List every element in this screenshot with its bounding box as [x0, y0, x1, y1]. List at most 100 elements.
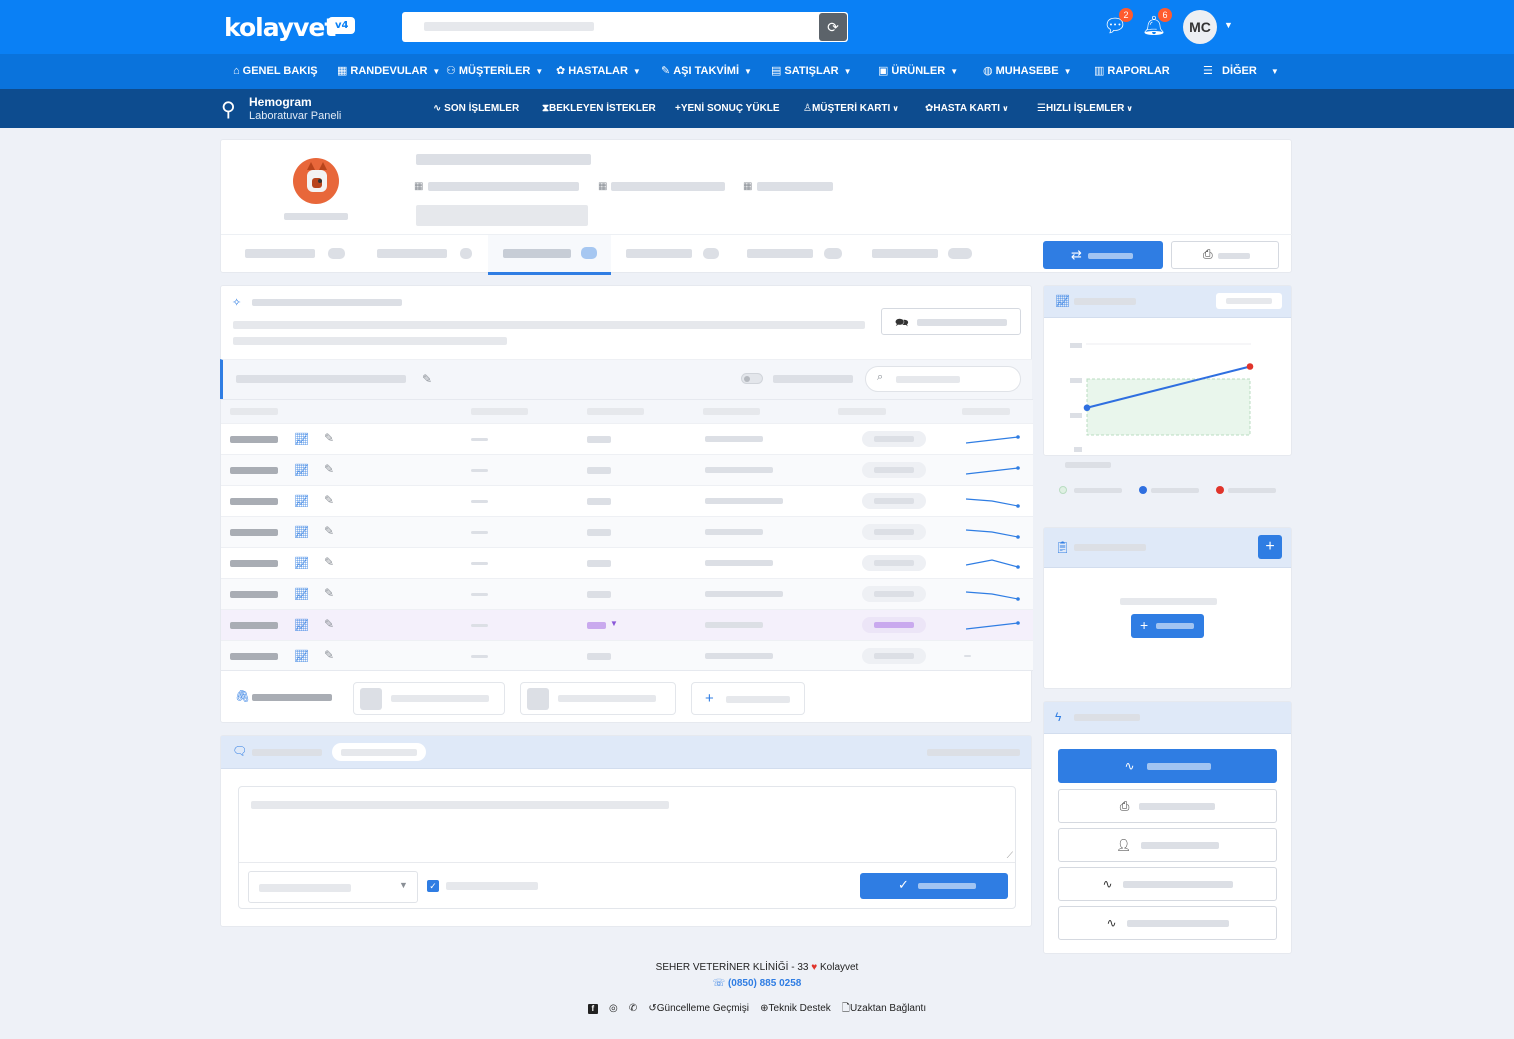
table-search-input[interactable]: ⌕: [865, 366, 1021, 392]
chart-line-icon[interactable]: 📈︎: [294, 494, 309, 508]
attachment-item[interactable]: [520, 682, 676, 715]
edit-icon[interactable]: ✎: [324, 617, 334, 631]
chart-line-icon[interactable]: 📈︎: [294, 556, 309, 570]
tab-6[interactable]: [866, 235, 978, 275]
quick-action-print[interactable]: ⎙: [1058, 789, 1277, 823]
quick-action-activity[interactable]: ∿: [1058, 867, 1277, 901]
nav-item-sales[interactable]: ▤ SATIŞLAR ▼: [771, 54, 852, 89]
chart-line-icon[interactable]: 📈︎: [294, 618, 309, 632]
subnav-customer-card[interactable]: ♙MÜŞTERİ KARTI ∨: [803, 89, 899, 128]
chart-range-select[interactable]: [1216, 293, 1282, 309]
add-note-button[interactable]: +: [1258, 535, 1282, 559]
attachment-item[interactable]: [353, 682, 505, 715]
chart-line-icon[interactable]: 📈︎: [294, 463, 309, 477]
brand-logo[interactable]: kolayvet v4: [224, 13, 356, 42]
range-placeholder: [705, 622, 763, 628]
tab-hemogram[interactable]: [488, 235, 611, 275]
nav-item-patients[interactable]: ✿ HASTALAR ▼: [556, 54, 641, 89]
chart-line-icon[interactable]: 📈︎: [294, 649, 309, 663]
table-row[interactable]: 📈︎ ✎: [221, 547, 1033, 578]
nav-item-other[interactable]: ☰ DİĞER ▼: [1203, 54, 1279, 89]
edit-icon[interactable]: ✎: [324, 555, 334, 569]
support-phone[interactable]: (0850) 885 0258: [728, 978, 801, 989]
param-name-placeholder: [230, 622, 278, 629]
messages-button[interactable]: 💬︎ 2: [1102, 8, 1133, 40]
subnav-recent-actions[interactable]: ∿ SON İŞLEMLER: [433, 89, 519, 128]
subnav-quick-actions[interactable]: ☰HIZLI İŞLEMLER ∨: [1037, 89, 1133, 128]
compare-button[interactable]: ⇄: [1043, 241, 1163, 269]
calendar-icon: ▦: [598, 181, 608, 192]
comment-textarea[interactable]: ⟋: [239, 787, 1015, 863]
tab-5[interactable]: [741, 235, 853, 275]
comment-button[interactable]: 🗪︎: [881, 308, 1021, 335]
pet-avatar: [293, 158, 339, 204]
instagram-icon[interactable]: ◎: [609, 1003, 618, 1014]
table-row[interactable]: 📈︎ ✎: [221, 578, 1033, 609]
subnav-patient-card[interactable]: ✿HASTA KARTI ∨: [925, 89, 1009, 128]
table-row[interactable]: 📈︎ ✎: [221, 516, 1033, 547]
param-name-placeholder: [230, 529, 278, 536]
support-link[interactable]: Teknik Destek: [769, 1003, 831, 1014]
nav-label: MÜŞTERİLER: [458, 65, 531, 77]
nav-item-accounting[interactable]: ◍ MUHASEBE ▼: [983, 54, 1071, 89]
nav-item-appointments[interactable]: ▦ RANDEVULAR ▼: [337, 54, 440, 89]
submit-comment-button[interactable]: ✓: [860, 873, 1008, 899]
chevron-down-icon[interactable]: ▼: [1224, 20, 1233, 30]
chart-icon: ▥: [1094, 65, 1105, 77]
nav-item-customers[interactable]: ⚇ MÜŞTERİLER ▼: [446, 54, 543, 89]
edit-icon[interactable]: ✎: [324, 524, 334, 538]
create-note-button[interactable]: +: [1131, 614, 1204, 638]
edit-icon[interactable]: ✎: [422, 372, 432, 386]
nav-item-reports[interactable]: ▥ RAPORLAR: [1094, 54, 1170, 89]
tab-1[interactable]: [239, 235, 351, 275]
add-attachment-button[interactable]: +: [691, 682, 805, 715]
caret-down-icon: ▼: [610, 619, 618, 628]
quick-actions-card: ϟ ∿ ⎙ 👤︎ ∿ ∿: [1043, 701, 1292, 954]
resize-handle-icon[interactable]: ⟋: [1007, 850, 1013, 861]
chart-line-icon[interactable]: 📈︎: [294, 587, 309, 601]
nav-item-overview[interactable]: ⌂ GENEL BAKIŞ: [233, 54, 318, 89]
toggle-switch[interactable]: [741, 373, 763, 384]
subnav-upload-result[interactable]: +YENİ SONUÇ YÜKLE: [675, 89, 780, 128]
edit-icon[interactable]: ✎: [324, 462, 334, 476]
edit-icon[interactable]: ✎: [324, 648, 334, 662]
table-row[interactable]: 📈︎ ✎: [221, 640, 1033, 671]
data-point[interactable]: [1083, 404, 1091, 412]
ai-summary-placeholder: [233, 337, 507, 345]
comment-type-select[interactable]: ▼: [248, 871, 418, 903]
table-row[interactable]: 📈︎ ✎ ▼: [221, 609, 1033, 640]
quick-action-primary[interactable]: ∿: [1058, 749, 1277, 783]
checkbox[interactable]: ✓: [427, 880, 439, 892]
nav-label: MUHASEBE: [995, 65, 1059, 77]
nav-item-products[interactable]: ▣ ÜRÜNLER ▼: [878, 54, 958, 89]
refresh-button[interactable]: ⟳: [819, 13, 847, 41]
edit-icon[interactable]: ✎: [324, 586, 334, 600]
whatsapp-icon[interactable]: ✆: [629, 1003, 637, 1014]
search-bar[interactable]: ⟳: [402, 12, 848, 42]
home-icon: ⌂: [233, 65, 240, 77]
table-row[interactable]: 📈︎ ✎: [221, 485, 1033, 516]
facebook-icon[interactable]: f: [587, 1004, 598, 1014]
edit-icon[interactable]: ✎: [324, 431, 334, 445]
legend-marker: [1139, 486, 1147, 494]
nav-item-vaccine-schedule[interactable]: ✎ AŞI TAKVİMİ ▼: [661, 54, 752, 89]
remote-link[interactable]: Uzaktan Bağlantı: [850, 1003, 926, 1014]
edit-icon[interactable]: ✎: [324, 493, 334, 507]
notifications-button[interactable]: 🔔︎ 6: [1141, 8, 1172, 40]
changelog-link[interactable]: Güncelleme Geçmişi: [657, 1003, 749, 1014]
y-tick-label: [1074, 447, 1082, 452]
chart-line-icon[interactable]: 📈︎: [294, 525, 309, 539]
table-row[interactable]: 📈︎ ✎: [221, 454, 1033, 485]
chart-line-icon[interactable]: 📈︎: [294, 432, 309, 446]
quick-action-customer[interactable]: 👤︎: [1058, 828, 1277, 862]
quick-action-activity-2[interactable]: ∿: [1058, 906, 1277, 940]
result-placeholder: [587, 653, 611, 660]
tab-2[interactable]: [371, 235, 483, 275]
avatar[interactable]: MC: [1183, 10, 1217, 44]
table-row[interactable]: 📈︎ ✎: [221, 423, 1033, 454]
subnav-pending-requests[interactable]: ⧗BEKLEYEN İSTEKLER: [542, 89, 656, 128]
data-point[interactable]: [1246, 363, 1254, 370]
subnav-label: YENİ SONUÇ YÜKLE: [680, 103, 780, 114]
print-button[interactable]: ⎙: [1171, 241, 1279, 269]
tab-4[interactable]: [621, 235, 733, 275]
